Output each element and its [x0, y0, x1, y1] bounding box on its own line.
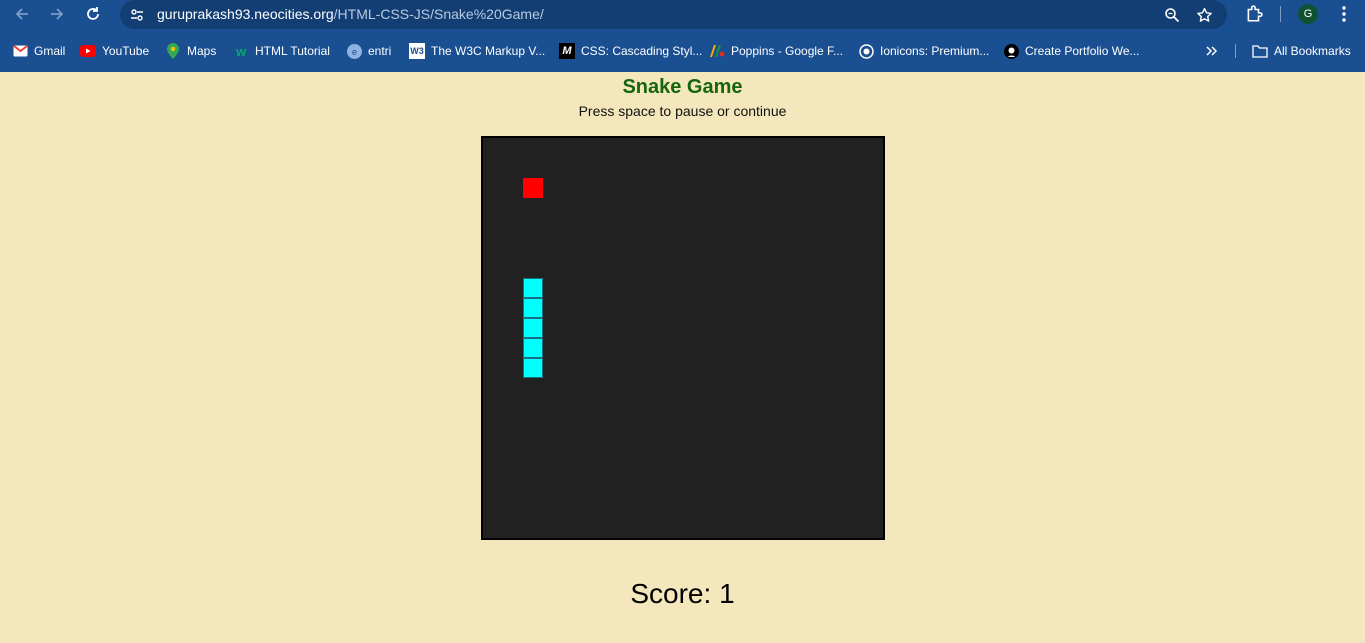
profile-avatar[interactable]: G [1298, 4, 1318, 24]
mdn-icon: M [559, 43, 575, 59]
bookmark-entri[interactable]: e entri [346, 41, 391, 61]
reload-button[interactable] [82, 3, 104, 25]
snake-head [523, 278, 543, 298]
score-display: Score: 1 [630, 578, 735, 609]
maps-icon [165, 43, 181, 59]
url-text: guruprakash93.neocities.org/HTML-CSS-JS/… [157, 6, 544, 22]
forward-arrow-icon [51, 8, 64, 20]
bookmark-create-portfolio[interactable]: Create Portfolio We... [1003, 41, 1140, 61]
back-arrow-icon [15, 8, 28, 20]
snake-segment [523, 298, 543, 318]
ionicons-icon [858, 43, 874, 59]
reload-icon [87, 7, 99, 20]
all-bookmarks-button[interactable]: All Bookmarks [1252, 41, 1351, 61]
entri-icon: e [346, 43, 362, 59]
youtube-icon [80, 43, 96, 59]
page-title: Snake Game [622, 76, 743, 98]
bookmark-css-mdn[interactable]: M CSS: Cascading Styl... [559, 41, 702, 61]
extensions-icon[interactable] [1243, 3, 1265, 25]
menu-kebab-icon[interactable] [1334, 4, 1354, 24]
google-fonts-icon [709, 43, 725, 59]
zoom-icon[interactable] [1162, 5, 1182, 25]
svg-text:e: e [351, 47, 356, 57]
bookmark-maps[interactable]: Maps [165, 41, 216, 61]
toolbar-divider [1280, 6, 1281, 22]
instructions-text: Press space to pause or continue [578, 103, 787, 119]
folder-icon [1252, 43, 1268, 59]
site-info-icon[interactable] [128, 6, 146, 24]
gmail-icon [12, 43, 28, 59]
forward-button[interactable] [46, 3, 68, 25]
w3c-icon: W3 [409, 43, 425, 59]
bookmark-poppins[interactable]: Poppins - Google F... [709, 41, 843, 61]
bookmark-star-icon[interactable] [1194, 5, 1214, 25]
browser-toolbar: guruprakash93.neocities.org/HTML-CSS-JS/… [0, 0, 1365, 72]
more-bookmarks-chevron-icon[interactable] [1202, 41, 1222, 61]
bookmark-html-tutorial[interactable]: w HTML Tutorial [233, 41, 330, 61]
game-board[interactable] [481, 136, 885, 540]
bookmarks-divider [1235, 44, 1236, 58]
food-square [523, 178, 543, 198]
bookmarks-bar: Gmail YouTube Maps w HTML Tutorial e ent… [0, 36, 1365, 66]
github-icon [1003, 43, 1019, 59]
w3schools-icon: w [235, 43, 247, 59]
bookmark-gmail[interactable]: Gmail [12, 41, 65, 61]
back-button[interactable] [11, 3, 33, 25]
bookmark-w3c-markup[interactable]: W3 The W3C Markup V... [409, 41, 545, 61]
snake-segment [523, 318, 543, 338]
bookmark-youtube[interactable]: YouTube [80, 41, 149, 61]
snake-segment [523, 358, 543, 378]
snake-segment [523, 338, 543, 358]
bookmark-ionicons[interactable]: Ionicons: Premium... [858, 41, 989, 61]
